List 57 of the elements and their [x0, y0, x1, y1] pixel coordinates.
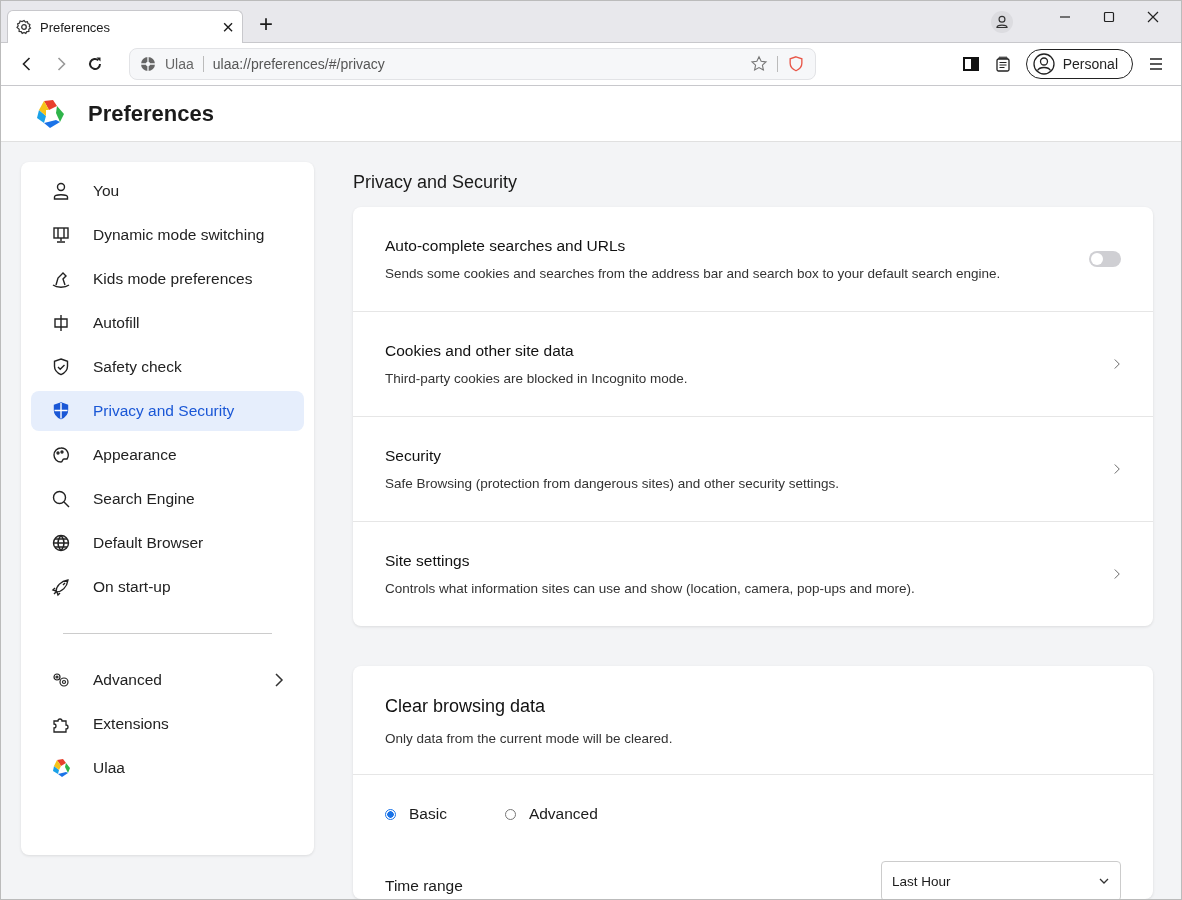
- radio-button[interactable]: [385, 808, 396, 820]
- sidebar-item[interactable]: Dynamic mode switching: [31, 215, 304, 255]
- radio-option[interactable]: Advanced: [504, 805, 598, 823]
- close-icon[interactable]: [1147, 11, 1159, 23]
- chevron-right-icon: [1113, 463, 1121, 475]
- section-title: Privacy and Security: [353, 172, 519, 193]
- close-tab-button[interactable]: ×: [222, 17, 234, 37]
- shield-icon: [51, 401, 71, 421]
- rocket-icon: [51, 577, 71, 597]
- time-range-dropdown[interactable]: Last Hour: [881, 861, 1121, 899]
- sidebar-item[interactable]: Search Engine: [31, 479, 304, 519]
- settings-row[interactable]: Security Safe Browsing (protection from dangerous sites) and other security settings.: [353, 416, 1153, 521]
- sidebar-item[interactable]: Autofill: [31, 303, 304, 343]
- page-title: Preferences: [88, 100, 214, 127]
- settings-row[interactable]: Cookies and other site data Third-party cookies are blocked in Incognito mode.: [353, 311, 1153, 416]
- sidebar-item[interactable]: Privacy and Security: [31, 391, 304, 431]
- new-tab-button[interactable]: +: [259, 12, 273, 36]
- aperture-icon: [140, 56, 156, 72]
- shield-check-icon: [51, 357, 71, 377]
- sidebar-item[interactable]: Advanced: [31, 660, 304, 700]
- news-icon[interactable]: [993, 55, 1012, 73]
- profile-button[interactable]: Personal: [1025, 49, 1133, 79]
- sidebar-item[interactable]: On start-up: [31, 567, 304, 607]
- sidebar-item[interactable]: Ulaa: [31, 748, 304, 788]
- settings-row[interactable]: Site settings Controls what information sites can use and show (location, camera, pop-ups and more).: [353, 521, 1153, 626]
- settings-icon: [16, 19, 32, 35]
- gears-icon: [51, 670, 71, 690]
- chevron-right-icon: [274, 672, 284, 688]
- browser-tab[interactable]: Preferences ×: [7, 10, 243, 43]
- maximize-icon[interactable]: [1103, 11, 1115, 23]
- palette-icon: [51, 445, 71, 465]
- toggle-switch[interactable]: [1089, 251, 1121, 267]
- sidebar-item[interactable]: Kids mode preferences: [31, 259, 304, 299]
- globe-icon: [51, 533, 71, 553]
- monitor-icon: [51, 225, 71, 245]
- search-icon: [51, 489, 71, 509]
- star-icon[interactable]: [750, 55, 768, 73]
- person-icon[interactable]: [991, 10, 1013, 33]
- sidebar-item[interactable]: Appearance: [31, 435, 304, 475]
- logo-icon: [51, 758, 71, 778]
- chevron-right-icon: [1113, 568, 1121, 580]
- chevron-right-icon: [1113, 358, 1121, 370]
- radio-option[interactable]: Basic: [385, 805, 447, 823]
- settings-card: Clear browsing data Only data from the current mode will be cleared. Basic Advanced Time range Last Hour: [353, 666, 1153, 899]
- sidebar-item[interactable]: Extensions: [31, 704, 304, 744]
- avatar-icon: [1032, 53, 1055, 75]
- shield-icon[interactable]: [787, 55, 805, 73]
- sidebar-item[interactable]: You: [31, 171, 304, 211]
- logo-icon: [34, 97, 66, 130]
- sidebar-item[interactable]: Safety check: [31, 347, 304, 387]
- sidebar-item[interactable]: Default Browser: [31, 523, 304, 563]
- menu-icon[interactable]: [1147, 55, 1165, 73]
- reload-icon[interactable]: [87, 56, 103, 72]
- settings-row[interactable]: Auto-complete searches and URLs Sends some cookies and searches from the address bar and search box to your default search engine.: [353, 207, 1153, 311]
- sidebar-icon[interactable]: [961, 55, 980, 73]
- person-icon: [51, 181, 71, 201]
- address-bar[interactable]: Ulaa ulaa://preferences/#/privacy: [129, 48, 816, 80]
